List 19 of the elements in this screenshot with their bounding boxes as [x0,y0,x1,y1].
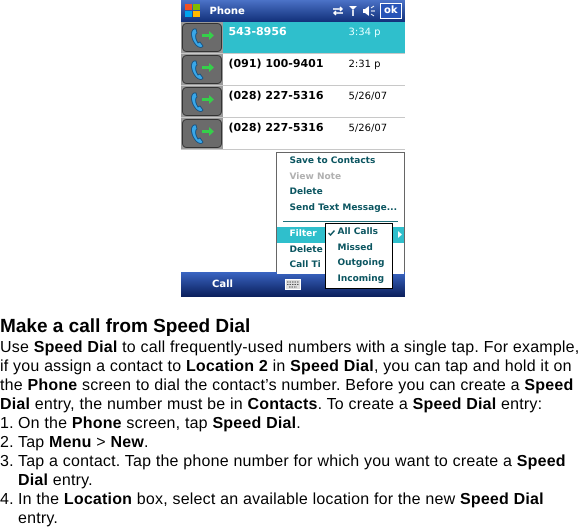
phone-number: (028) 227-5316 [228,120,324,136]
window-title: Phone [210,4,245,18]
step-text: In the Location box, select an available location for the new Speed Dial entry. [18,490,545,528]
step-number: 1. [0,414,15,433]
step-number: 3. [0,452,15,472]
heading: Make a call from Speed Dial [0,315,252,338]
intro-paragraph: Use Speed Dial to call frequently-used numbers with a single tap. For example, if you assign a contact to Location 2 in Speed Dial, you can tap and hold it on the Phone screen to dial the contact’s number. Before you can create a Speed Dial entry, the number must be in Contacts. To create a Speed Dial entry: [0,338,580,414]
phone-number: (091) 100-9401 [228,56,324,72]
call-time: 3:34 p [348,26,380,40]
step-text: On the Phone screen, tap Speed Dial. [18,414,301,433]
call-time: 5/26/07 [348,90,388,104]
call-time: 5/26/07 [348,122,388,136]
phone-number: (028) 227-5316 [228,88,324,104]
phone-number: 543-8956 [228,24,288,40]
step-text: Tap Menu > New. [18,433,149,452]
step-number: 4. [0,490,15,510]
call-time: 2:31 p [348,58,380,72]
step-text: Tap a contact. Tap the phone number for which you want to create a Speed Dial entry. [18,452,567,490]
step-number: 2. [0,433,15,452]
